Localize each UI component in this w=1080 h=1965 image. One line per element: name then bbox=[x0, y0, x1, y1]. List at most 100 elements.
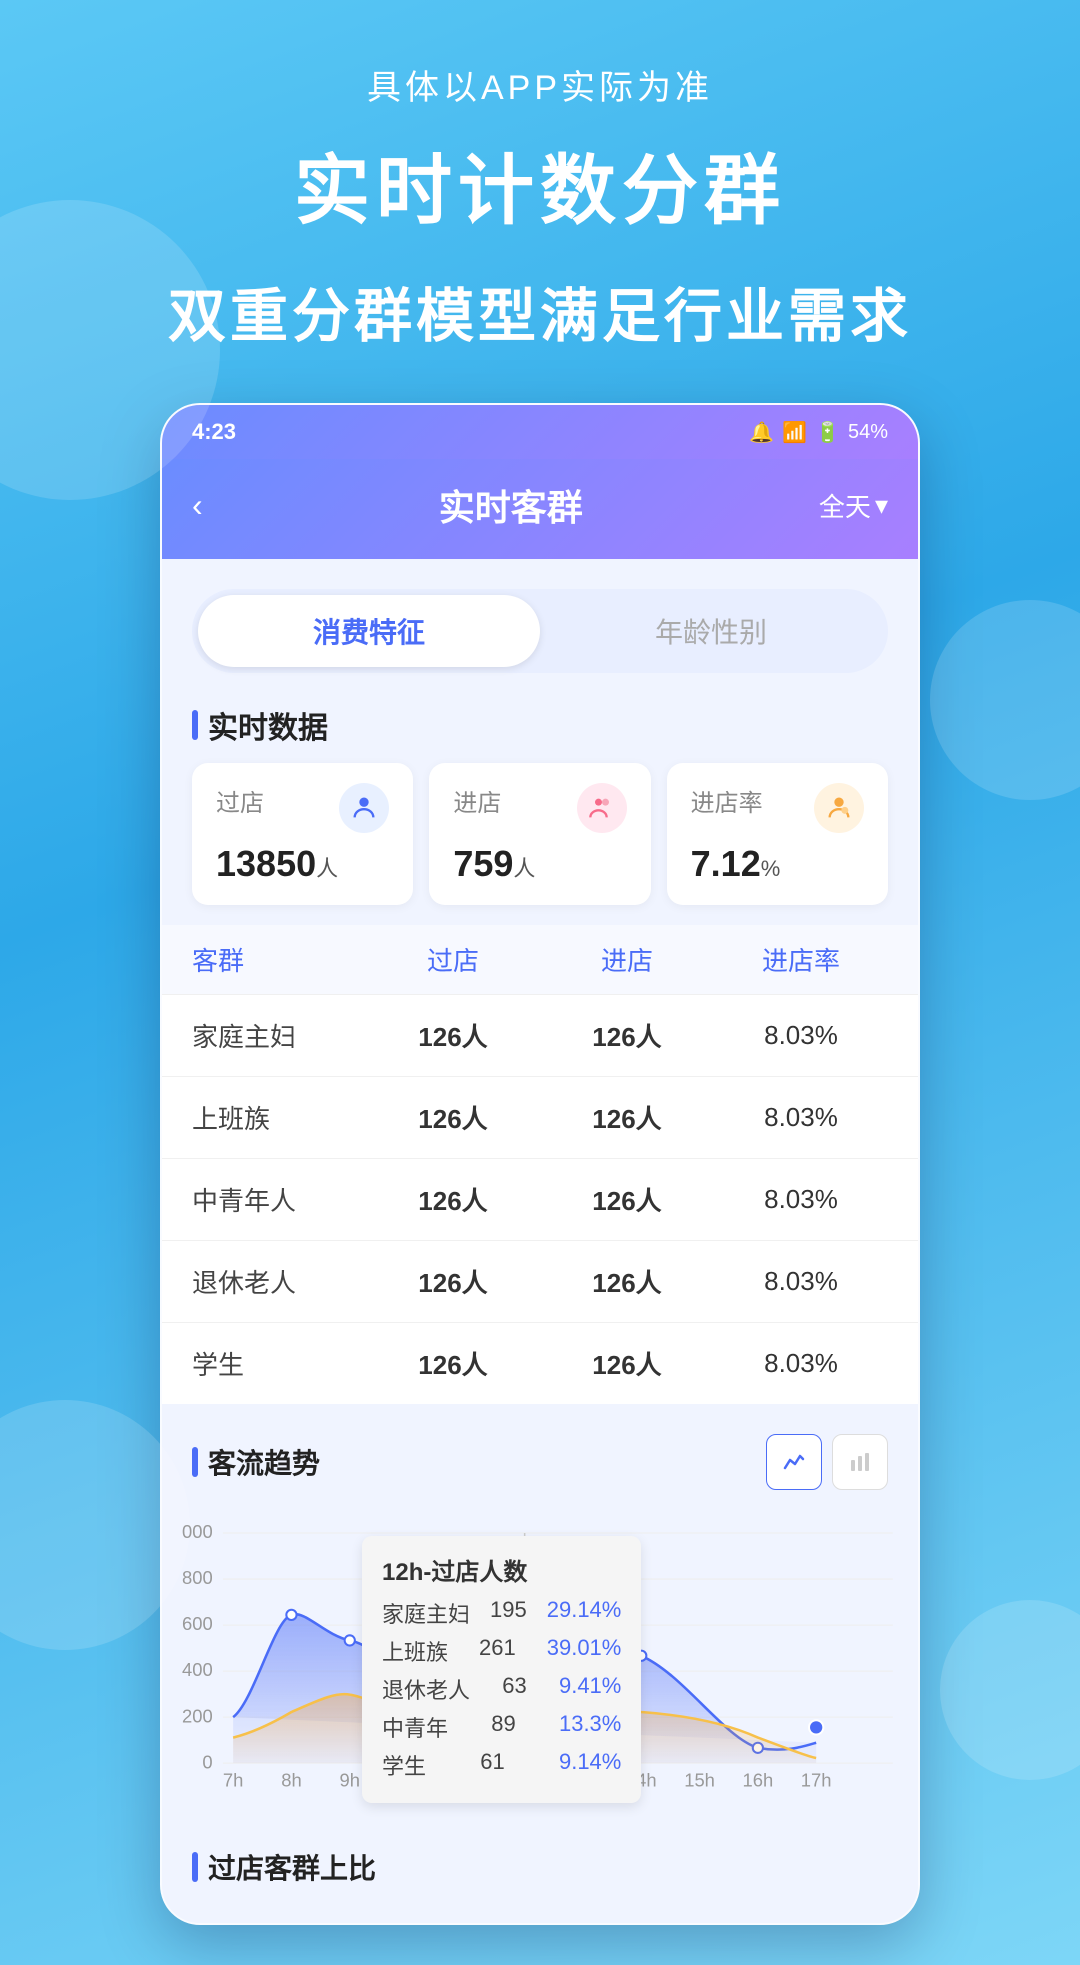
row-guo-2: 126人 bbox=[366, 1181, 540, 1218]
row-rate-3: 8.03% bbox=[714, 1266, 888, 1297]
row-name-0: 家庭主妇 bbox=[192, 1017, 366, 1054]
svg-text:7h: 7h bbox=[223, 1770, 243, 1791]
tooltip-val-4: 61 bbox=[480, 1749, 504, 1781]
svg-text:9h: 9h bbox=[340, 1770, 360, 1791]
trend-title-container: 客流趋势 bbox=[192, 1442, 320, 1482]
bell-icon: 🔔 bbox=[749, 420, 774, 445]
stat-icon-rate bbox=[814, 783, 864, 833]
row-rate-1: 8.03% bbox=[714, 1102, 888, 1133]
col-header-guodian: 过店 bbox=[366, 941, 540, 978]
stat-card-guodian: 过店 13850人 bbox=[192, 763, 413, 905]
tooltip-name-4: 学生 bbox=[382, 1749, 426, 1781]
trend-title: 客流趋势 bbox=[208, 1442, 320, 1482]
trend-section-bar bbox=[192, 1447, 198, 1477]
bottom-section: 过店客群上比 bbox=[162, 1831, 918, 1903]
content-area: 消费特征 年龄性别 实时数据 过店 bbox=[162, 559, 918, 1923]
col-header-kequn: 客群 bbox=[192, 941, 366, 978]
row-jin-2: 126人 bbox=[540, 1181, 714, 1218]
tooltip-row-4: 学生 61 9.14% bbox=[382, 1749, 621, 1781]
table-row: 中青年人 126人 126人 8.03% bbox=[162, 1158, 918, 1240]
table-row: 退休老人 126人 126人 8.03% bbox=[162, 1240, 918, 1322]
battery-icon: 🔋 bbox=[815, 420, 840, 445]
status-bar: 4:23 🔔 📶 🔋 54% bbox=[162, 405, 918, 459]
tooltip-name-2: 退休老人 bbox=[382, 1673, 470, 1705]
battery-pct: 54% bbox=[848, 421, 888, 444]
bar-chart-button[interactable] bbox=[832, 1434, 888, 1490]
svg-text:800: 800 bbox=[182, 1567, 213, 1588]
back-button[interactable]: ‹ bbox=[192, 487, 203, 524]
tooltip-title: 12h-过店人数 bbox=[382, 1552, 621, 1587]
tooltip-val-3: 89 bbox=[491, 1711, 515, 1743]
row-jin-1: 126人 bbox=[540, 1099, 714, 1136]
stat-label-guodian: 过店 bbox=[216, 783, 264, 818]
tooltip-pct-2: 9.41% bbox=[559, 1673, 621, 1705]
realtime-section-title: 实时数据 bbox=[162, 693, 918, 763]
tooltip-pct-4: 9.14% bbox=[559, 1749, 621, 1781]
stat-card-jindian: 进店 759人 bbox=[429, 763, 650, 905]
stat-card-rate: 进店率 7.12% bbox=[667, 763, 888, 905]
filter-button[interactable]: 全天 ▾ bbox=[819, 487, 888, 524]
table-row: 学生 126人 126人 8.03% bbox=[162, 1322, 918, 1404]
stat-value-guodian: 13850人 bbox=[216, 843, 389, 885]
tooltip-name-3: 中青年 bbox=[382, 1711, 448, 1743]
svg-text:16h: 16h bbox=[743, 1770, 774, 1791]
data-table: 客群 过店 进店 进店率 家庭主妇 126人 126人 8.03% 上班族 12… bbox=[162, 925, 918, 1404]
row-name-3: 退休老人 bbox=[192, 1263, 366, 1300]
nav-bar: ‹ 实时客群 全天 ▾ bbox=[162, 459, 918, 559]
row-guo-0: 126人 bbox=[366, 1017, 540, 1054]
nav-title: 实时客群 bbox=[439, 479, 583, 531]
row-rate-0: 8.03% bbox=[714, 1020, 888, 1051]
tooltip-row-3: 中青年 89 13.3% bbox=[382, 1711, 621, 1743]
row-name-4: 学生 bbox=[192, 1345, 366, 1382]
trend-section: 客流趋势 bbox=[162, 1404, 918, 1903]
subtitle-text: 具体以APP实际为准 bbox=[367, 60, 713, 109]
row-name-1: 上班族 bbox=[192, 1099, 366, 1136]
tooltip-val-0: 195 bbox=[490, 1597, 527, 1629]
line-chart-button[interactable] bbox=[766, 1434, 822, 1490]
stat-icon-jindian bbox=[577, 783, 627, 833]
chevron-down-icon: ▾ bbox=[875, 490, 888, 521]
svg-text:400: 400 bbox=[182, 1659, 213, 1680]
status-time: 4:23 bbox=[192, 419, 236, 445]
table-row: 家庭主妇 126人 126人 8.03% bbox=[162, 994, 918, 1076]
filter-label: 全天 bbox=[819, 487, 871, 524]
wifi-icon: 📶 bbox=[782, 420, 807, 445]
row-guo-3: 126人 bbox=[366, 1263, 540, 1300]
svg-text:200: 200 bbox=[182, 1705, 213, 1726]
tab-age-gender[interactable]: 年龄性别 bbox=[540, 595, 882, 667]
row-jin-3: 126人 bbox=[540, 1263, 714, 1300]
tab-consume[interactable]: 消费特征 bbox=[198, 595, 540, 667]
col-header-rate: 进店率 bbox=[714, 941, 888, 978]
svg-text:600: 600 bbox=[182, 1613, 213, 1634]
row-jin-0: 126人 bbox=[540, 1017, 714, 1054]
trend-icons bbox=[766, 1434, 888, 1490]
bottom-section-bar bbox=[192, 1852, 198, 1882]
table-row: 上班族 126人 126人 8.03% bbox=[162, 1076, 918, 1158]
tooltip-val-1: 261 bbox=[479, 1635, 516, 1667]
row-rate-2: 8.03% bbox=[714, 1184, 888, 1215]
tooltip-pct-0: 29.14% bbox=[547, 1597, 622, 1629]
tooltip-row-0: 家庭主妇 195 29.14% bbox=[382, 1597, 621, 1629]
svg-text:15h: 15h bbox=[684, 1770, 715, 1791]
bottom-section-title: 过店客群上比 bbox=[208, 1847, 376, 1887]
stat-value-jindian: 759人 bbox=[453, 843, 626, 885]
tooltip-name-1: 上班族 bbox=[382, 1635, 448, 1667]
stat-value-rate: 7.12% bbox=[691, 843, 864, 885]
row-rate-4: 8.03% bbox=[714, 1348, 888, 1379]
table-header: 客群 过店 进店 进店率 bbox=[162, 925, 918, 994]
tooltip-name-0: 家庭主妇 bbox=[382, 1597, 470, 1629]
chart-tooltip: 12h-过店人数 家庭主妇 195 29.14% 上班族 261 39.01% … bbox=[362, 1536, 641, 1803]
col-header-jindian: 进店 bbox=[540, 941, 714, 978]
stat-label-rate: 进店率 bbox=[691, 783, 763, 818]
status-right: 🔔 📶 🔋 54% bbox=[749, 420, 888, 445]
row-guo-1: 126人 bbox=[366, 1099, 540, 1136]
svg-text:8h: 8h bbox=[281, 1770, 301, 1791]
row-guo-4: 126人 bbox=[366, 1345, 540, 1382]
section-bar-icon bbox=[192, 710, 198, 740]
stat-label-jindian: 进店 bbox=[453, 783, 501, 818]
row-name-2: 中青年人 bbox=[192, 1181, 366, 1218]
row-jin-4: 126人 bbox=[540, 1345, 714, 1382]
main-title: 实时计数分群 bbox=[294, 129, 786, 239]
svg-text:0: 0 bbox=[202, 1751, 212, 1772]
svg-text:17h: 17h bbox=[801, 1770, 832, 1791]
